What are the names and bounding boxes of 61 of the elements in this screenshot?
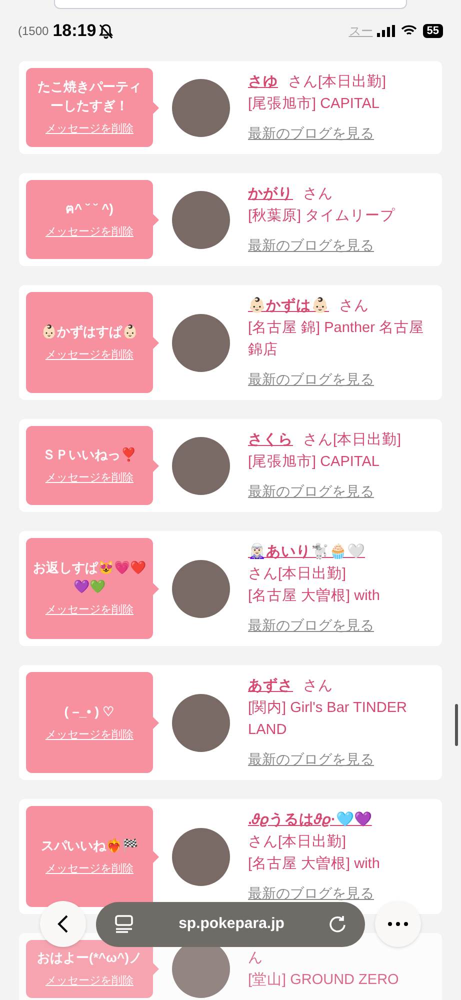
delete-message-link[interactable]: メッセージを削除 bbox=[46, 726, 134, 744]
message-text: お返しすぱ😻💗❤💜💚 bbox=[32, 559, 147, 596]
status-time: 18:19 bbox=[52, 20, 96, 42]
message-text: たこ焼きパーティーしたすぎ！ bbox=[36, 78, 142, 116]
girl-name-link[interactable]: 👶🏻かずは👶🏻 bbox=[248, 295, 329, 317]
blog-link[interactable]: 最新のブログを見る bbox=[248, 234, 435, 256]
delete-message-link[interactable]: メッセージを削除 bbox=[46, 121, 134, 138]
delete-message-link[interactable]: メッセージを削除 bbox=[46, 973, 134, 990]
wifi-icon bbox=[400, 25, 417, 37]
shop-text: [名古屋 錦] Panther 名古屋錦店 bbox=[248, 319, 425, 360]
blog-link[interactable]: 最新のブログを見る bbox=[248, 122, 435, 144]
girl-name-link[interactable]: かがり bbox=[248, 183, 293, 205]
reload-icon bbox=[329, 915, 347, 933]
signal-icon bbox=[376, 25, 395, 37]
battery-indicator: 55 bbox=[422, 24, 443, 38]
honorific-text: さん[本日出勤] bbox=[248, 565, 346, 584]
girl-name-link[interactable]: 🧝🏻‍♀あいり🐩🧁🤍 bbox=[248, 541, 365, 563]
girl-name-link[interactable]: .𝜗𝜚うるは𝜗𝜚·🩵💜 bbox=[248, 809, 372, 831]
blog-link[interactable]: 最新のブログを見る bbox=[248, 748, 435, 770]
delete-message-link[interactable]: メッセージを削除 bbox=[46, 470, 134, 486]
message-text: ฅ^ ˘ ˘ ^) bbox=[65, 200, 114, 218]
message-text: ( –_• ) ♡ bbox=[64, 702, 115, 721]
honorific-text: さん[本日出勤] bbox=[288, 73, 386, 92]
blog-link[interactable]: 最新のブログを見る bbox=[248, 882, 435, 904]
message-text: 👶🏻かずはすぱ👶🏻 bbox=[41, 322, 138, 341]
delete-message-link[interactable]: メッセージを削除 bbox=[46, 346, 134, 364]
message-text: ＳＰいいねっ❣ bbox=[42, 446, 136, 464]
honorific-text: さん[本日出勤] bbox=[248, 833, 346, 852]
shop-text: [秋葉原] タイムリープ bbox=[248, 206, 396, 226]
tab-icon bbox=[114, 915, 134, 933]
delete-message-link[interactable]: メッセージを削除 bbox=[46, 860, 134, 878]
blog-link[interactable]: 最新のブログを見る bbox=[248, 368, 435, 390]
message-text: おはよー(*^ω^)ノ bbox=[37, 949, 142, 968]
honorific-text: ん bbox=[248, 949, 263, 968]
girl-name-link[interactable]: あずさ bbox=[248, 675, 293, 697]
shop-text: [堂山] GROUND ZERO bbox=[248, 971, 400, 990]
more-icon bbox=[388, 922, 408, 926]
bell-muted-icon bbox=[99, 24, 114, 38]
search-field[interactable] bbox=[54, 0, 407, 9]
shop-text: [名古屋 大曽根] with bbox=[248, 854, 381, 874]
shop-text: [関内] Girl's Bar TINDER LAND bbox=[248, 699, 408, 740]
delete-message-link[interactable]: メッセージを削除 bbox=[46, 602, 134, 619]
shop-text: [尾張旭市] CAPITAL bbox=[248, 94, 380, 114]
honorific-text: さん bbox=[339, 297, 369, 316]
honorific-text: さん[本日出勤] bbox=[303, 431, 402, 450]
count-text: (1500 bbox=[18, 23, 49, 40]
honorific-text: さん bbox=[303, 185, 333, 204]
honorific-text: さん bbox=[303, 677, 333, 696]
shop-text: [尾張旭市] CAPITAL bbox=[248, 452, 380, 472]
delete-message-link[interactable]: メッセージを削除 bbox=[46, 224, 134, 240]
url-text: sp.pokepara.jp bbox=[178, 914, 286, 934]
back-icon bbox=[57, 914, 69, 934]
girl-name-link[interactable]: さゆ bbox=[248, 71, 278, 93]
girl-name-link[interactable]: さくら bbox=[248, 429, 293, 451]
scrollbar bbox=[455, 704, 458, 746]
shop-text: [名古屋 大曽根] with bbox=[248, 586, 381, 606]
message-text: スパいいね❤‍🔥🏁 bbox=[41, 836, 138, 855]
blog-link[interactable]: 最新のブログを見る bbox=[248, 614, 435, 636]
blog-link[interactable]: 最新のブログを見る bbox=[248, 480, 435, 502]
help-link[interactable]: スー bbox=[348, 22, 373, 40]
url-bar[interactable]: sp.pokepara.jp bbox=[96, 902, 365, 946]
